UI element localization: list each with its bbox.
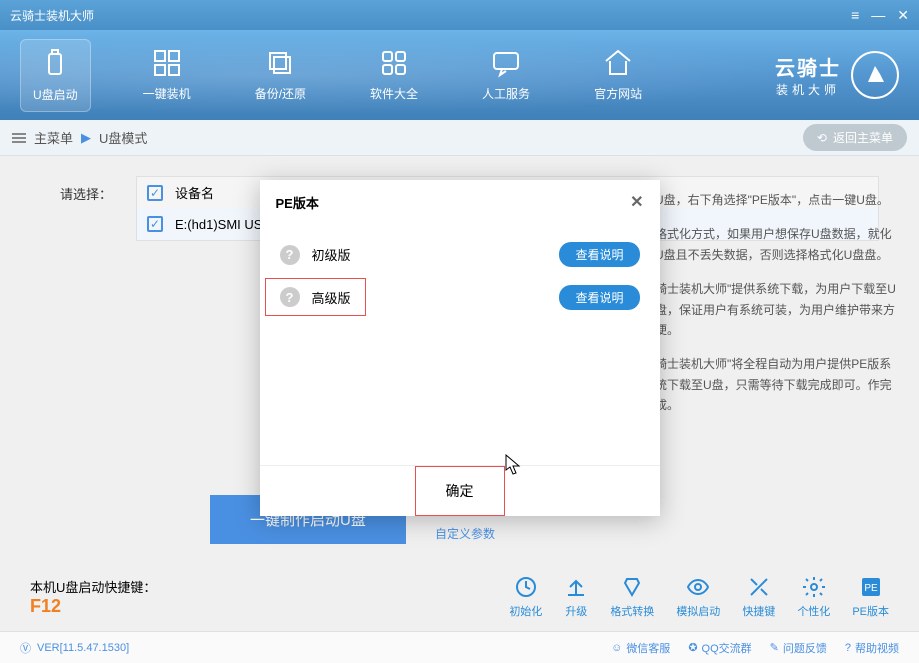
instructions-text: U盘，右下角选择"PE版本"，点击一键U盘。 格式化方式，如果用户想保存U盘数据…: [655, 190, 897, 430]
view-desc-button[interactable]: 查看说明: [559, 242, 639, 267]
hotkey-key: F12: [30, 596, 156, 617]
tool-format[interactable]: 格式转换: [610, 575, 654, 619]
help-icon: ?: [280, 245, 300, 265]
pe-option-label: 高级版: [312, 288, 351, 307]
nav-one-click[interactable]: 一键装机: [131, 39, 203, 112]
menu-icon[interactable]: ≡: [851, 7, 859, 24]
brand-sub: 装机大师: [776, 81, 840, 98]
nav-label: 官方网站: [594, 85, 642, 102]
app-title: 云骑士装机大师: [10, 7, 94, 24]
column-device: 设备名: [175, 183, 214, 202]
pe-option-label: 初级版: [312, 245, 351, 264]
list-icon: [12, 133, 26, 143]
nav-label: 人工服务: [482, 85, 530, 102]
link-wechat[interactable]: ☺ 微信客服: [611, 640, 670, 656]
breadcrumb-current: U盘模式: [99, 128, 147, 147]
hotkey-info: 本机U盘启动快捷键： F12: [30, 577, 156, 617]
main-nav: U盘启动 一键装机 备份/还原 软件大全 人工服务 官方网站 云骑士 装机大师: [0, 30, 919, 120]
pe-version-modal: PE版本 ✕ ? 初级版 查看说明 ? 高级版 查看说明: [260, 180, 660, 516]
custom-params-link[interactable]: 自定义参数: [435, 525, 495, 542]
link-qq[interactable]: ✪ QQ交流群: [688, 640, 751, 656]
nav-label: 一键装机: [143, 85, 191, 102]
breadcrumb: 主菜单 ▶ U盘模式: [12, 128, 147, 147]
back-button[interactable]: ⟲ 返回主菜单: [803, 124, 907, 151]
nav-label: 软件大全: [370, 85, 418, 102]
tool-personalize[interactable]: 个性化: [797, 575, 830, 619]
svg-text:PE: PE: [864, 583, 878, 594]
nav-service[interactable]: 人工服务: [470, 39, 542, 112]
nav-label: 备份/还原: [255, 85, 306, 102]
minimize-icon[interactable]: —: [871, 7, 885, 24]
brand-logo-icon: [851, 51, 899, 99]
footer-tools: 本机U盘启动快捷键： F12 初始化 升级 格式转换 模拟启动 快捷键 个性化 …: [0, 567, 919, 627]
chevron-right-icon: ▶: [81, 130, 91, 146]
tool-simulate[interactable]: 模拟启动: [676, 575, 720, 619]
status-bar: Ⓥ VER[11.5.47.1530] ☺ 微信客服 ✪ QQ交流群 ✎ 问题反…: [0, 631, 919, 663]
modal-header: PE版本 ✕: [260, 180, 660, 224]
nav-software[interactable]: 软件大全: [358, 39, 430, 112]
help-icon: ?: [280, 287, 300, 307]
modal-close-icon[interactable]: ✕: [630, 192, 643, 212]
breadcrumb-main[interactable]: 主菜单: [34, 128, 73, 147]
select-all-checkbox[interactable]: ✓: [147, 185, 163, 201]
select-label: 请选择：: [60, 176, 112, 203]
tool-upgrade[interactable]: 升级: [564, 575, 588, 619]
pe-option-advanced[interactable]: ? 高级版: [264, 277, 367, 317]
version-info[interactable]: Ⓥ VER[11.5.47.1530]: [20, 640, 129, 656]
window-controls: ≡ — ✕: [851, 7, 909, 24]
nav-website[interactable]: 官方网站: [582, 39, 654, 112]
back-arrow-icon: ⟲: [817, 131, 827, 145]
confirm-button[interactable]: 确定: [415, 466, 505, 516]
tool-hotkey[interactable]: 快捷键: [742, 575, 775, 619]
link-help[interactable]: ? 帮助视频: [845, 640, 899, 656]
breadcrumb-bar: 主菜单 ▶ U盘模式 ⟲ 返回主菜单: [0, 120, 919, 156]
view-desc-button[interactable]: 查看说明: [559, 285, 639, 310]
nav-usb-boot[interactable]: U盘启动: [20, 39, 91, 112]
tool-init[interactable]: 初始化: [509, 575, 542, 619]
pe-option-basic[interactable]: ? 初级版 查看说明: [260, 232, 660, 277]
brand-main: 云骑士: [775, 52, 841, 81]
nav-backup[interactable]: 备份/还原: [243, 39, 318, 112]
nav-label: U盘启动: [33, 86, 78, 103]
close-icon[interactable]: ✕: [897, 7, 909, 24]
modal-title: PE版本: [276, 193, 319, 212]
link-feedback[interactable]: ✎ 问题反馈: [770, 640, 827, 656]
row-checkbox[interactable]: ✓: [147, 216, 163, 232]
titlebar: 云骑士装机大师 ≡ — ✕: [0, 0, 919, 30]
tool-pe-version[interactable]: PEPE版本: [852, 575, 889, 619]
device-name: E:(hd1)SMI US: [175, 217, 262, 232]
brand: 云骑士 装机大师: [775, 51, 899, 99]
check-icon: Ⓥ: [20, 640, 31, 656]
